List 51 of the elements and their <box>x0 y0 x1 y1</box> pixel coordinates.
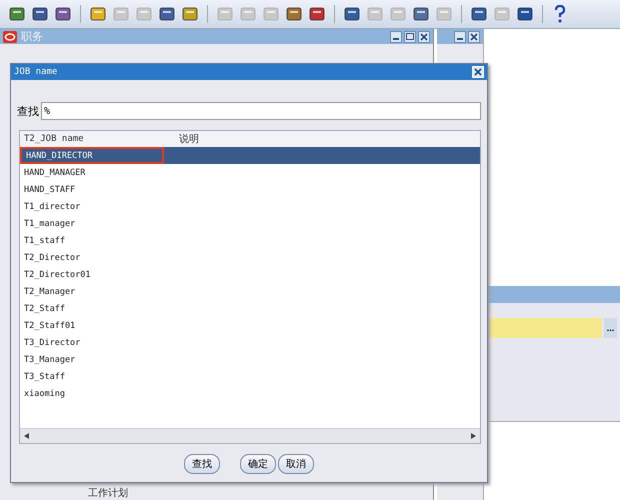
table-cell-text: xiaoming <box>23 388 66 400</box>
table-row[interactable]: T2_Staff <box>20 300 480 317</box>
window-title: 职务 <box>21 29 43 44</box>
table-row[interactable]: HAND_STAFF <box>20 181 480 198</box>
table-cell-text: T2_Manager <box>23 286 76 298</box>
ok-button[interactable]: 确定 <box>240 454 276 474</box>
table-row[interactable]: T3_Manager <box>20 351 480 368</box>
table-row[interactable]: T2_Director01 <box>20 266 480 283</box>
table-cell-text: T3_Manager <box>23 354 76 366</box>
table-cell-text: T1_director <box>23 200 82 214</box>
table-cell-text: T2_Director <box>23 252 82 264</box>
search-label: 查找 <box>17 104 39 118</box>
list-button[interactable]: ... <box>604 318 617 338</box>
close-button[interactable] <box>468 30 480 42</box>
app-logo-icon <box>3 30 17 42</box>
table-cell-text: HAND_STAFF <box>23 184 76 196</box>
table-row[interactable]: T2_Manager <box>20 283 480 300</box>
cancel-button[interactable]: 取消 <box>278 454 314 474</box>
table-cell-text: T1_staff <box>23 234 66 248</box>
find-button[interactable]: 查找 <box>184 454 220 474</box>
table-cell-text: T3_Director <box>23 336 82 350</box>
table-cell: HAND_DIRECTOR <box>20 147 164 164</box>
scroll-left-arrow-icon[interactable] <box>24 433 29 439</box>
horizontal-scrollbar[interactable] <box>20 428 480 443</box>
table-cell-text: T2_Staff01 <box>23 320 76 332</box>
column-header[interactable]: T2_JOB name <box>20 134 179 144</box>
table-row[interactable]: T2_Staff01 <box>20 317 480 334</box>
minimize-button[interactable] <box>454 30 466 42</box>
table-row[interactable]: xiaoming <box>20 385 480 402</box>
table-cell-text: T1_manager <box>23 218 76 230</box>
column-header[interactable]: 说明 <box>179 132 199 146</box>
table-cell-text: T3_Staff <box>23 370 66 384</box>
table-cell-text: T2_Staff <box>23 302 66 316</box>
close-button[interactable] <box>418 30 430 42</box>
table-row[interactable]: T1_director <box>20 198 480 215</box>
dialog-title: JOB name <box>14 67 58 77</box>
table-cell-text: HAND_MANAGER <box>23 166 86 180</box>
table-cell-text: T2_Director01 <box>23 268 92 282</box>
scroll-right-arrow-icon[interactable] <box>471 433 476 439</box>
table-row[interactable]: HAND_DIRECTOR <box>20 147 480 164</box>
table-row[interactable]: T3_Staff <box>20 368 480 385</box>
table-row[interactable]: T1_staff <box>20 232 480 249</box>
search-field[interactable]: % <box>41 102 481 120</box>
maximize-button[interactable] <box>404 30 416 42</box>
table-row[interactable]: T1_manager <box>20 215 480 232</box>
tree-item[interactable]: 工作计划 <box>88 488 128 500</box>
table-row[interactable]: T3_Director <box>20 334 480 351</box>
input-field[interactable] <box>487 318 602 338</box>
table-row[interactable]: T2_Director <box>20 249 480 266</box>
table-row[interactable]: HAND_MANAGER <box>20 164 480 181</box>
minimize-button[interactable] <box>390 30 402 42</box>
